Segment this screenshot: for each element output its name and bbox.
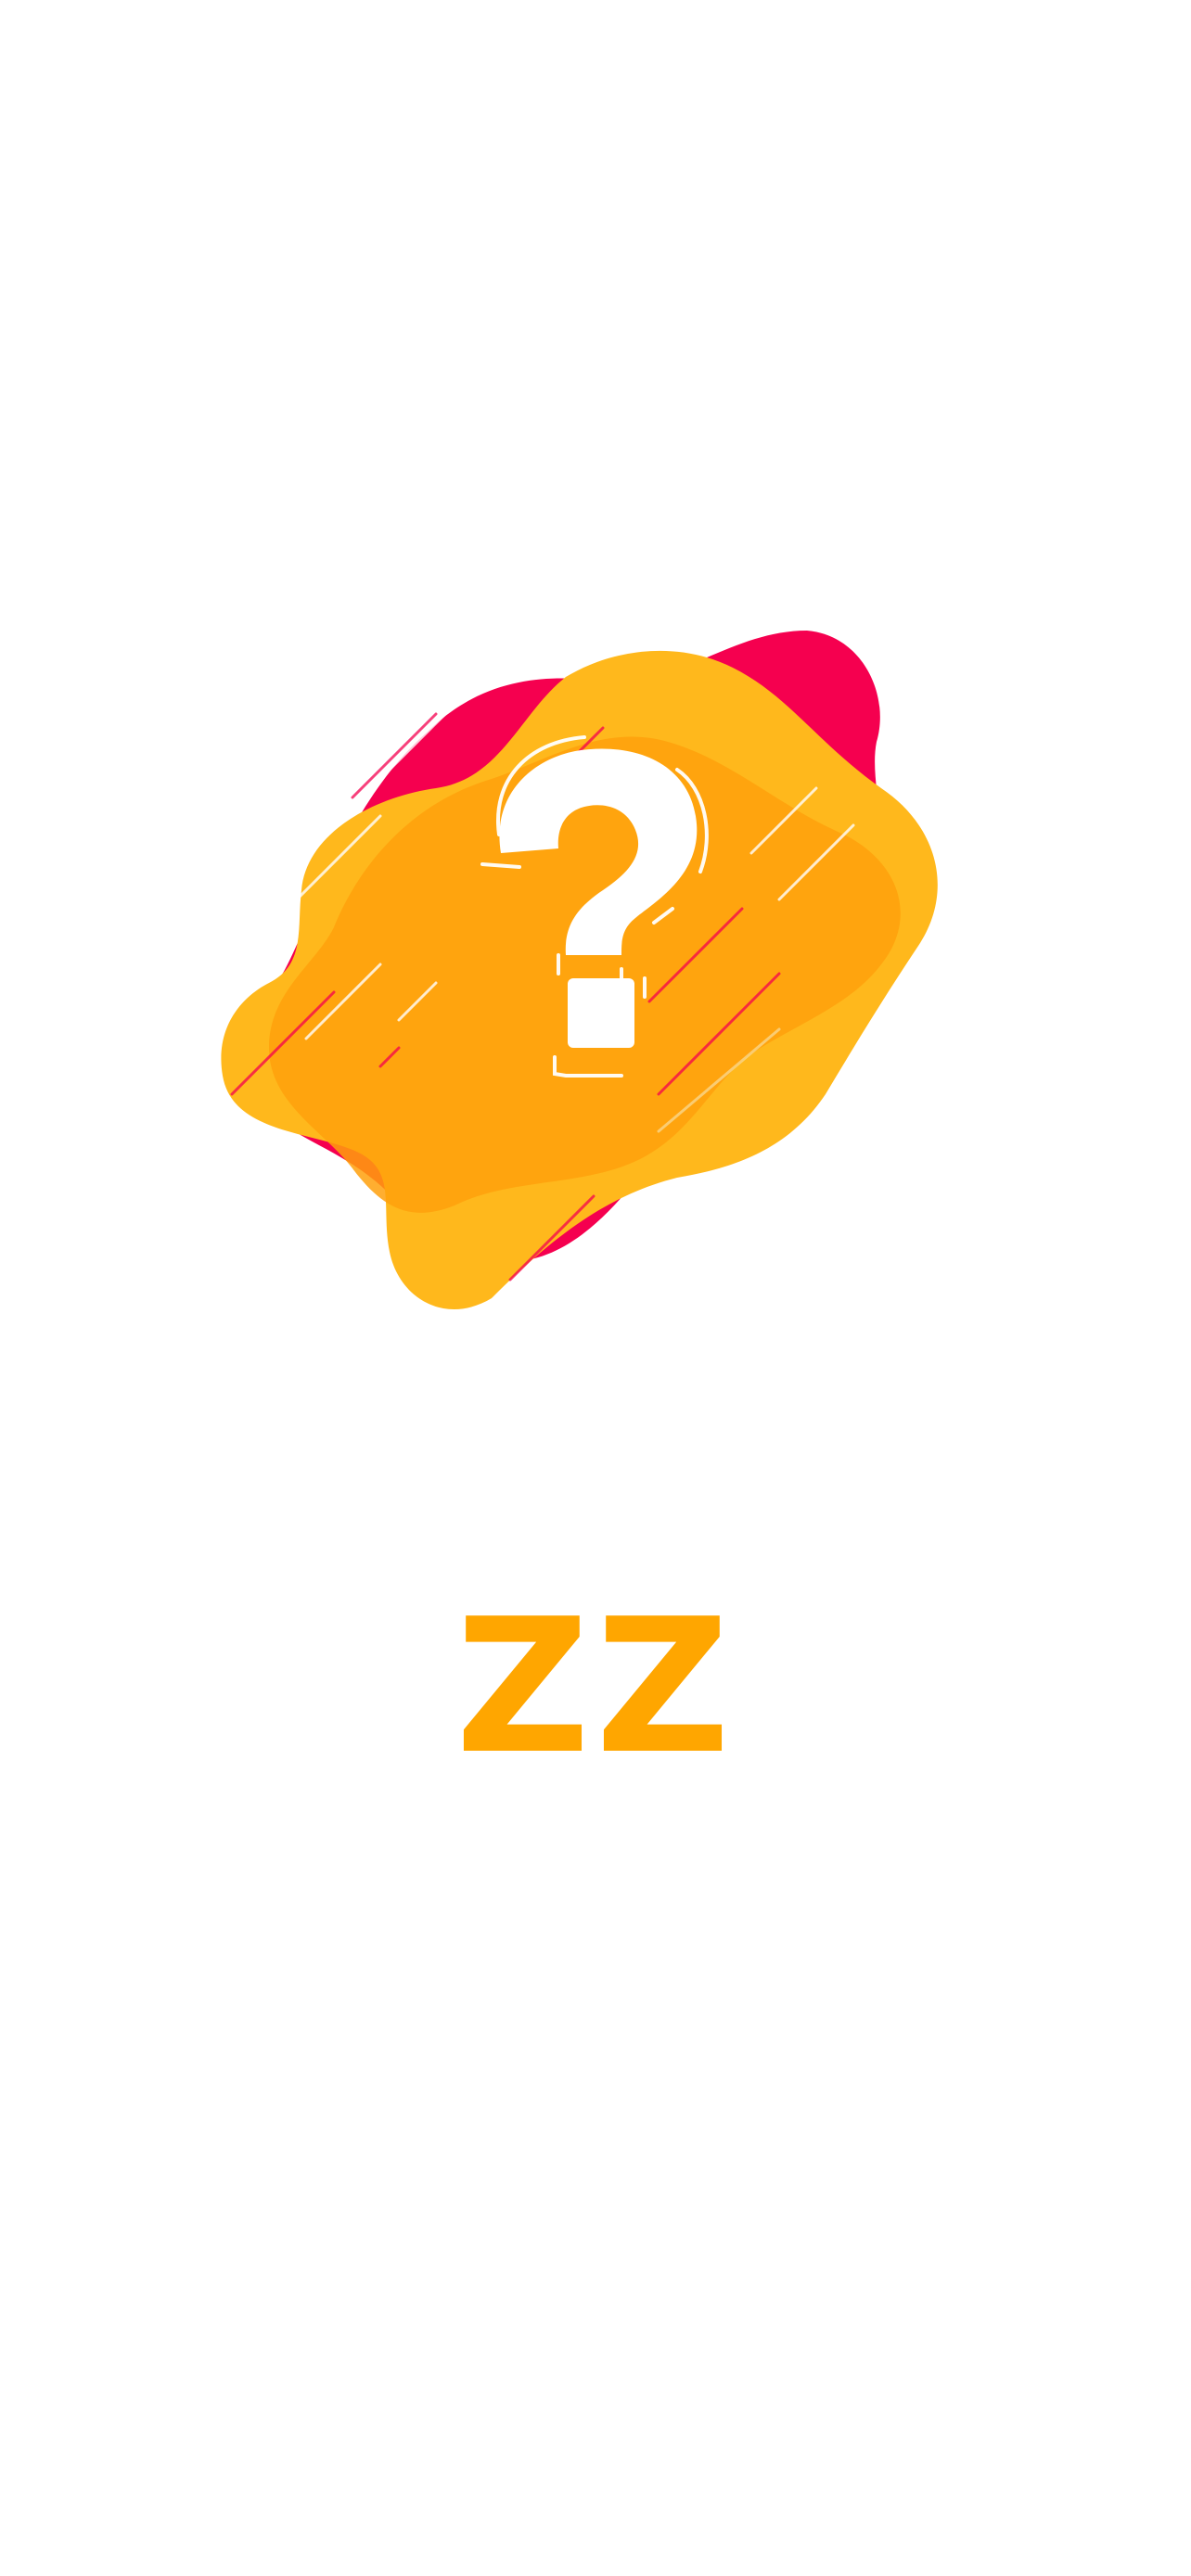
question-mark-blob-icon xyxy=(213,612,974,1317)
splash-screen: ZZ xyxy=(0,0,1191,2576)
app-name-title: ZZ xyxy=(455,1579,736,1795)
